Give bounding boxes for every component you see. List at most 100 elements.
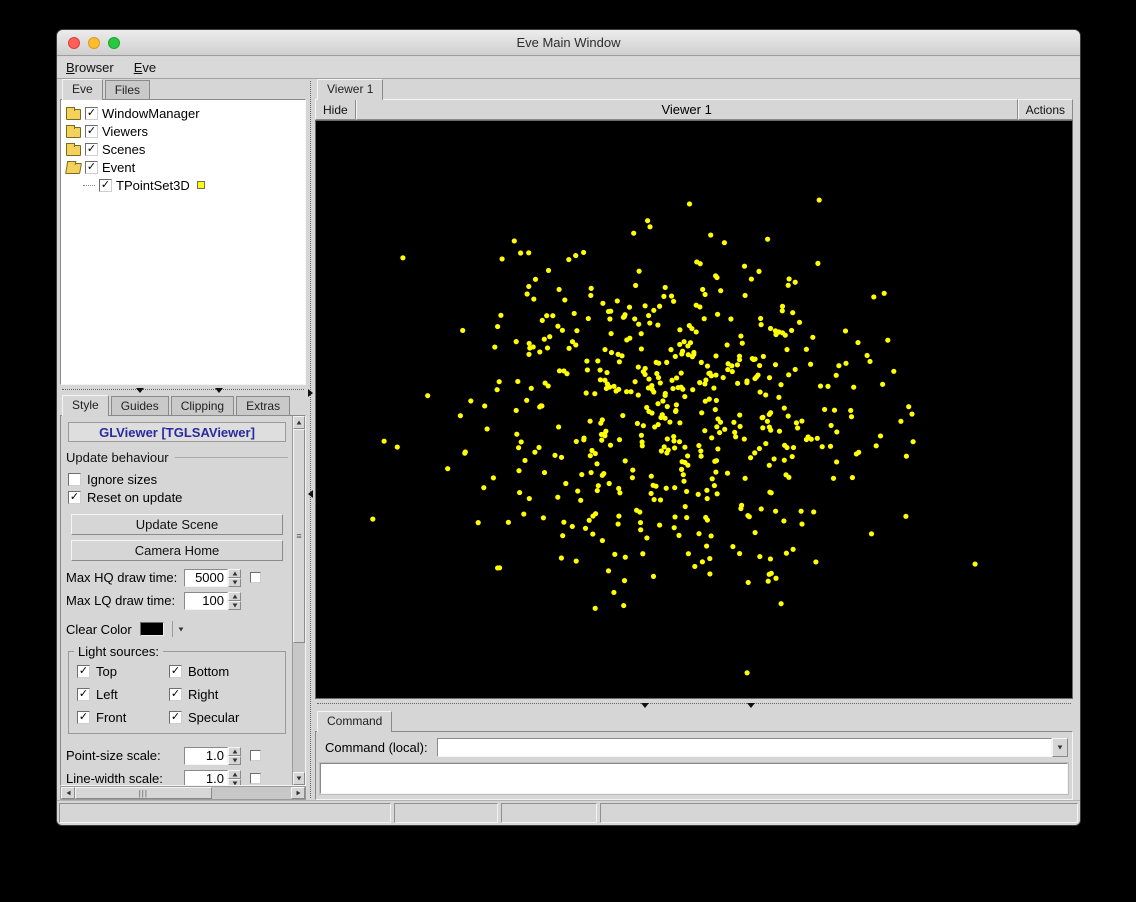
scrollbar-thumb[interactable]: ||| xyxy=(75,787,212,799)
style-vertical-scrollbar[interactable]: ≡ xyxy=(292,416,305,785)
minimize-button[interactable] xyxy=(88,37,100,49)
tab-guides[interactable]: Guides xyxy=(111,396,169,415)
point-size-aux-checkbox[interactable] xyxy=(250,750,261,761)
splitter-collapse-icon[interactable] xyxy=(641,703,649,708)
tree-item-event[interactable]: Event xyxy=(63,158,303,176)
tree-style-splitter[interactable] xyxy=(60,385,306,395)
viewer-title-bar[interactable]: Viewer 1 xyxy=(356,99,1018,120)
light-right-checkbox[interactable] xyxy=(169,688,182,701)
tab-files[interactable]: Files xyxy=(105,80,150,99)
scroll-up-button[interactable] xyxy=(293,416,305,429)
actions-button[interactable]: Actions xyxy=(1018,99,1073,120)
splitter-collapse-icon[interactable] xyxy=(136,388,144,393)
tree-item-viewers[interactable]: Viewers xyxy=(63,122,303,140)
tab-extras[interactable]: Extras xyxy=(236,396,290,415)
tree-checkbox[interactable] xyxy=(85,107,98,120)
clear-color-label: Clear Color xyxy=(66,622,132,637)
light-left-row[interactable]: Left xyxy=(75,685,167,703)
light-front-row[interactable]: Front xyxy=(75,708,167,726)
splitter-collapse-icon[interactable] xyxy=(308,490,313,498)
glviewer-banner[interactable]: GLViewer [TGLSAViewer] xyxy=(68,422,286,442)
scroll-down-button[interactable] xyxy=(293,772,305,785)
light-left-checkbox[interactable] xyxy=(77,688,90,701)
light-top-checkbox[interactable] xyxy=(77,665,90,678)
update-scene-button[interactable]: Update Scene xyxy=(71,514,283,535)
reset-on-update-row[interactable]: Reset on update xyxy=(66,488,288,506)
spin-up-button[interactable] xyxy=(228,592,241,601)
scroll-left-button[interactable] xyxy=(61,787,75,799)
tab-eve[interactable]: Eve xyxy=(62,79,103,100)
spin-up-button[interactable] xyxy=(228,770,241,779)
camera-home-button[interactable]: Camera Home xyxy=(71,540,283,561)
spin-up-button[interactable] xyxy=(228,569,241,578)
command-input[interactable] xyxy=(437,738,1052,757)
point-size-spinner[interactable]: 1.0 xyxy=(184,747,241,765)
ignore-sizes-row[interactable]: Ignore sizes xyxy=(66,470,288,488)
tree-item-scenes[interactable]: Scenes xyxy=(63,140,303,158)
spin-down-button[interactable] xyxy=(228,578,241,587)
tree-checkbox[interactable] xyxy=(85,125,98,138)
folder-icon xyxy=(66,127,81,138)
max-lq-spinner[interactable]: 100 xyxy=(184,592,241,610)
max-lq-input[interactable]: 100 xyxy=(184,592,228,610)
light-specular-row[interactable]: Specular xyxy=(167,708,279,726)
point-size-input[interactable]: 1.0 xyxy=(184,747,228,765)
folder-icon xyxy=(66,109,81,120)
splitter-collapse-icon[interactable] xyxy=(215,388,223,393)
spin-down-button[interactable] xyxy=(228,779,241,786)
clear-color-dropdown-button[interactable] xyxy=(172,621,186,637)
light-bottom-checkbox[interactable] xyxy=(169,665,182,678)
line-width-aux-checkbox[interactable] xyxy=(250,773,261,784)
light-right-row[interactable]: Right xyxy=(167,685,279,703)
menu-browser[interactable]: Browser xyxy=(66,60,114,75)
tree-checkbox[interactable] xyxy=(85,143,98,156)
line-width-spinner[interactable]: 1.0 xyxy=(184,770,241,786)
spin-up-icon xyxy=(232,571,237,575)
tab-clipping[interactable]: Clipping xyxy=(171,396,234,415)
line-width-input[interactable]: 1.0 xyxy=(184,770,228,786)
scroll-right-button[interactable] xyxy=(291,787,305,799)
close-button[interactable] xyxy=(68,37,80,49)
command-combobox[interactable] xyxy=(437,738,1068,757)
ignore-sizes-checkbox[interactable] xyxy=(68,473,81,486)
viewer-command-splitter[interactable] xyxy=(315,699,1073,711)
clear-color-row: Clear Color xyxy=(66,617,288,641)
tree-item-windowmanager[interactable]: WindowManager xyxy=(63,104,303,122)
spin-up-button[interactable] xyxy=(228,747,241,756)
menu-eve[interactable]: Eve xyxy=(134,60,156,75)
tree-checkbox[interactable] xyxy=(99,179,112,192)
spin-up-icon xyxy=(232,749,237,753)
spin-down-button[interactable] xyxy=(228,756,241,765)
scrollbar-thumb[interactable]: ≡ xyxy=(293,429,305,643)
tree-checkbox[interactable] xyxy=(85,161,98,174)
clear-color-swatch[interactable] xyxy=(140,622,164,636)
tab-viewer-1[interactable]: Viewer 1 xyxy=(317,79,383,100)
eve-tree: WindowManager Viewers Scenes Event TPoin xyxy=(60,99,306,385)
max-hq-aux-checkbox[interactable] xyxy=(250,572,261,583)
titlebar[interactable]: Eve Main Window xyxy=(57,30,1080,56)
spin-down-icon xyxy=(232,758,237,762)
reset-on-update-checkbox[interactable] xyxy=(68,491,81,504)
light-specular-checkbox[interactable] xyxy=(169,711,182,724)
command-output[interactable] xyxy=(320,763,1068,794)
light-front-checkbox[interactable] xyxy=(77,711,90,724)
splitter-collapse-icon[interactable] xyxy=(308,389,313,397)
tab-command[interactable]: Command xyxy=(317,711,392,732)
panel-splitter[interactable] xyxy=(306,79,315,800)
combo-dropdown-button[interactable] xyxy=(1052,738,1068,757)
spin-down-button[interactable] xyxy=(228,601,241,610)
light-top-row[interactable]: Top xyxy=(75,662,167,680)
max-hq-spinner[interactable]: 5000 xyxy=(184,569,241,587)
style-horizontal-scrollbar[interactable]: ||| xyxy=(60,786,306,800)
zoom-button[interactable] xyxy=(108,37,120,49)
tree-item-tpointset3d[interactable]: TPointSet3D xyxy=(63,176,303,194)
light-bottom-row[interactable]: Bottom xyxy=(167,662,279,680)
menubar: Browser Eve xyxy=(57,57,1080,79)
max-hq-input[interactable]: 5000 xyxy=(184,569,228,587)
splitter-collapse-icon[interactable] xyxy=(747,703,755,708)
tree-item-label: TPointSet3D xyxy=(116,178,190,193)
hide-button[interactable]: Hide xyxy=(315,99,356,120)
gl-viewport[interactable] xyxy=(315,120,1073,699)
tab-style[interactable]: Style xyxy=(62,395,109,416)
tree-connector xyxy=(83,185,95,186)
